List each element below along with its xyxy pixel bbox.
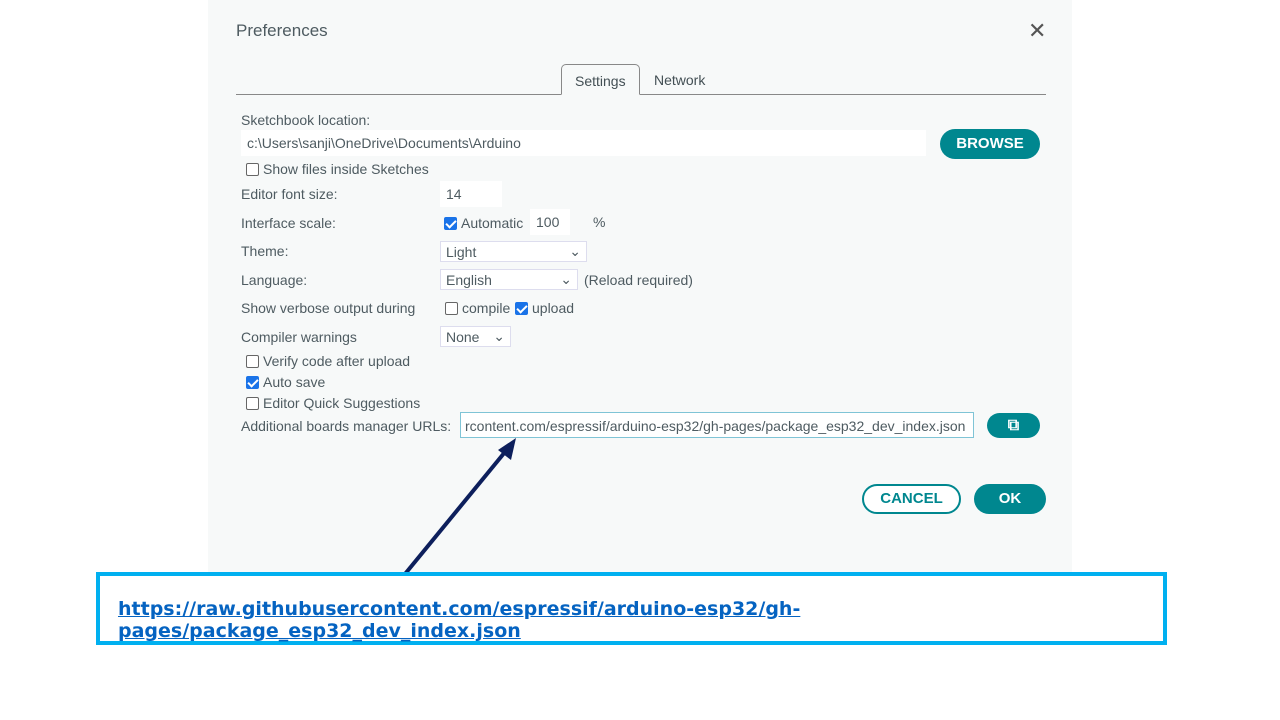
board-url-link[interactable]: https://raw.githubusercontent.com/espres… [118,598,1163,642]
arrow-line [403,450,507,576]
url-callout-box: https://raw.githubusercontent.com/espres… [96,572,1167,645]
